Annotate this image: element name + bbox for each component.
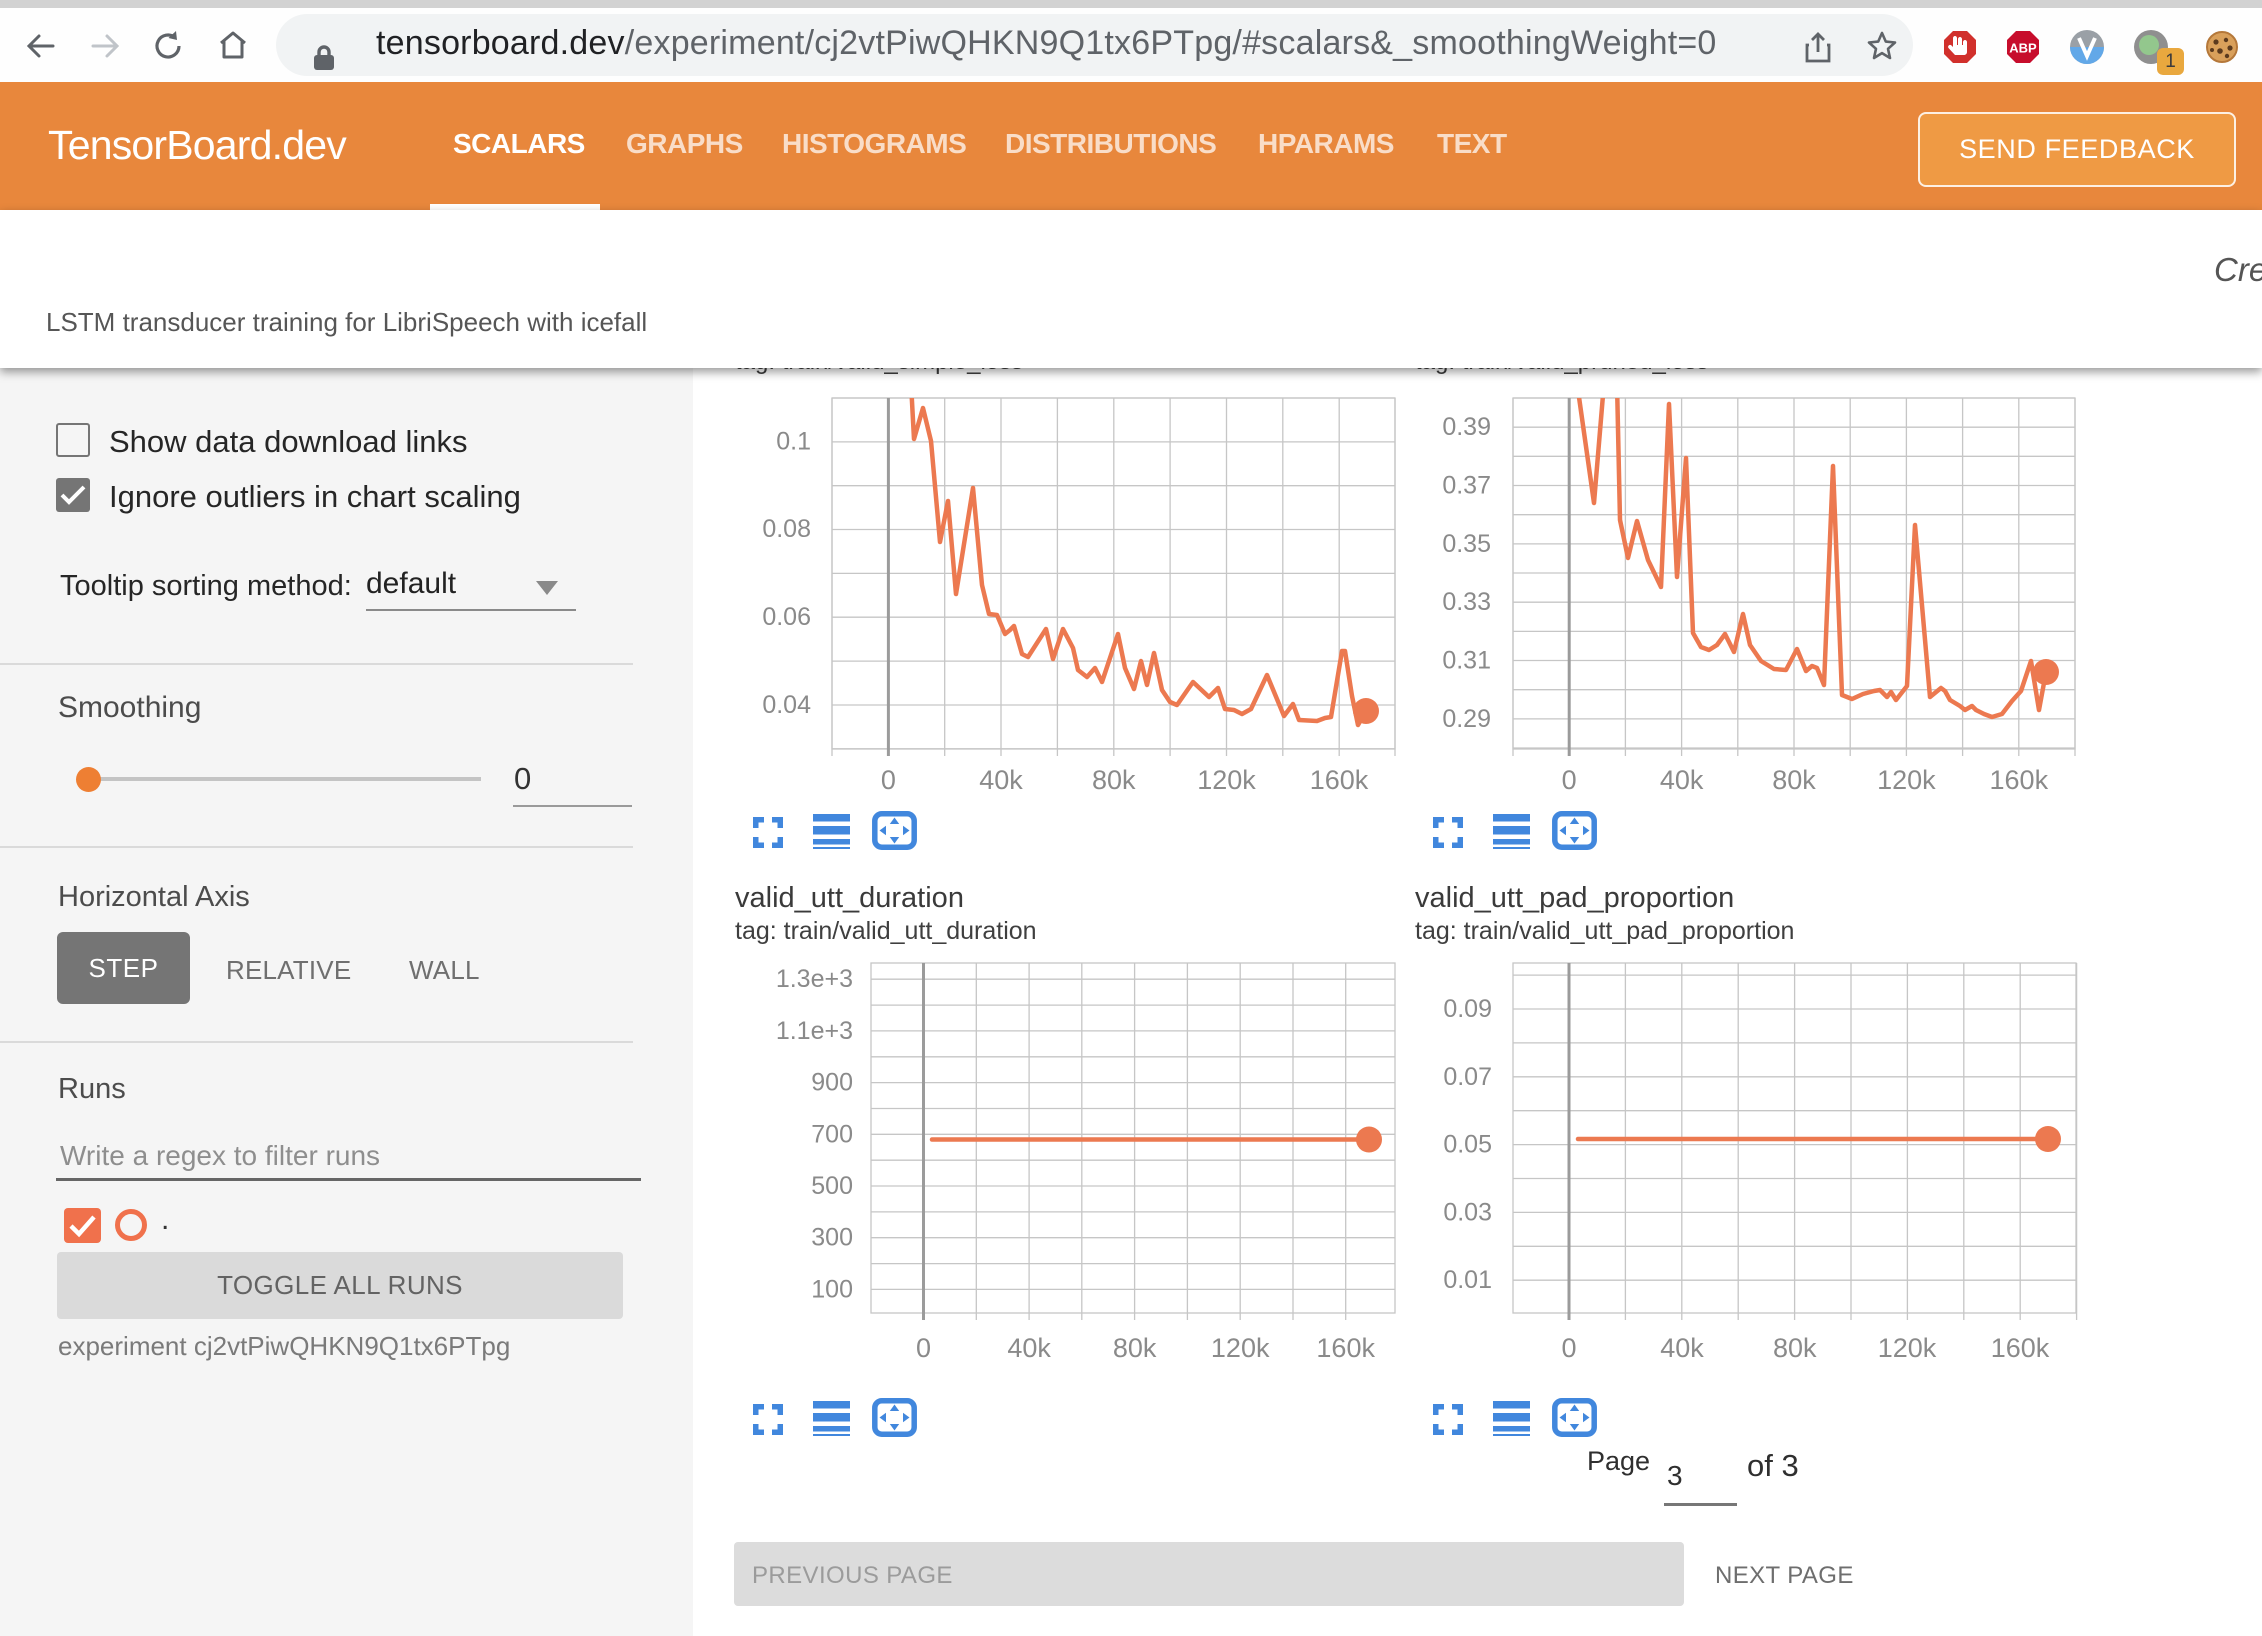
svg-text:0.33: 0.33 xyxy=(1442,588,1491,616)
svg-text:160k: 160k xyxy=(1990,765,2049,795)
svg-text:40k: 40k xyxy=(1007,1333,1051,1363)
svg-text:0: 0 xyxy=(916,1333,931,1363)
svg-text:0.07: 0.07 xyxy=(1443,1063,1492,1091)
svg-text:1.1e+3: 1.1e+3 xyxy=(776,1017,853,1045)
svg-text:120k: 120k xyxy=(1211,1333,1270,1363)
svg-text:40k: 40k xyxy=(1660,1333,1704,1363)
svg-text:0.37: 0.37 xyxy=(1442,472,1491,500)
svg-text:500: 500 xyxy=(811,1172,853,1200)
svg-text:40k: 40k xyxy=(1660,765,1704,795)
svg-text:100: 100 xyxy=(811,1275,853,1303)
svg-text:0.08: 0.08 xyxy=(762,515,811,543)
svg-text:160k: 160k xyxy=(1991,1333,2050,1363)
svg-text:0.29: 0.29 xyxy=(1442,705,1491,733)
svg-text:ABP: ABP xyxy=(2009,41,2037,56)
svg-text:0.31: 0.31 xyxy=(1442,647,1491,675)
svg-text:0: 0 xyxy=(1561,1333,1576,1363)
svg-text:0.06: 0.06 xyxy=(762,603,811,631)
svg-text:80k: 80k xyxy=(1113,1333,1157,1363)
svg-text:0.1: 0.1 xyxy=(776,428,811,456)
svg-text:120k: 120k xyxy=(1878,1333,1937,1363)
svg-text:0.01: 0.01 xyxy=(1443,1266,1492,1294)
svg-text:900: 900 xyxy=(811,1069,853,1097)
svg-text:160k: 160k xyxy=(1316,1333,1375,1363)
svg-text:1.3e+3: 1.3e+3 xyxy=(776,965,853,993)
svg-text:300: 300 xyxy=(811,1224,853,1252)
svg-text:0.05: 0.05 xyxy=(1443,1131,1492,1159)
svg-text:0.39: 0.39 xyxy=(1442,413,1491,441)
svg-text:80k: 80k xyxy=(1092,765,1136,795)
svg-text:0: 0 xyxy=(1562,765,1577,795)
svg-text:700: 700 xyxy=(811,1120,853,1148)
svg-text:0: 0 xyxy=(881,765,896,795)
svg-text:0.09: 0.09 xyxy=(1443,995,1492,1023)
svg-text:120k: 120k xyxy=(1877,765,1936,795)
svg-text:80k: 80k xyxy=(1772,765,1816,795)
svg-text:0.04: 0.04 xyxy=(762,691,811,719)
svg-text:120k: 120k xyxy=(1197,765,1256,795)
svg-text:80k: 80k xyxy=(1773,1333,1817,1363)
svg-text:0.35: 0.35 xyxy=(1442,530,1491,558)
svg-text:0.03: 0.03 xyxy=(1443,1198,1492,1226)
svg-text:40k: 40k xyxy=(979,765,1023,795)
svg-text:160k: 160k xyxy=(1310,765,1369,795)
